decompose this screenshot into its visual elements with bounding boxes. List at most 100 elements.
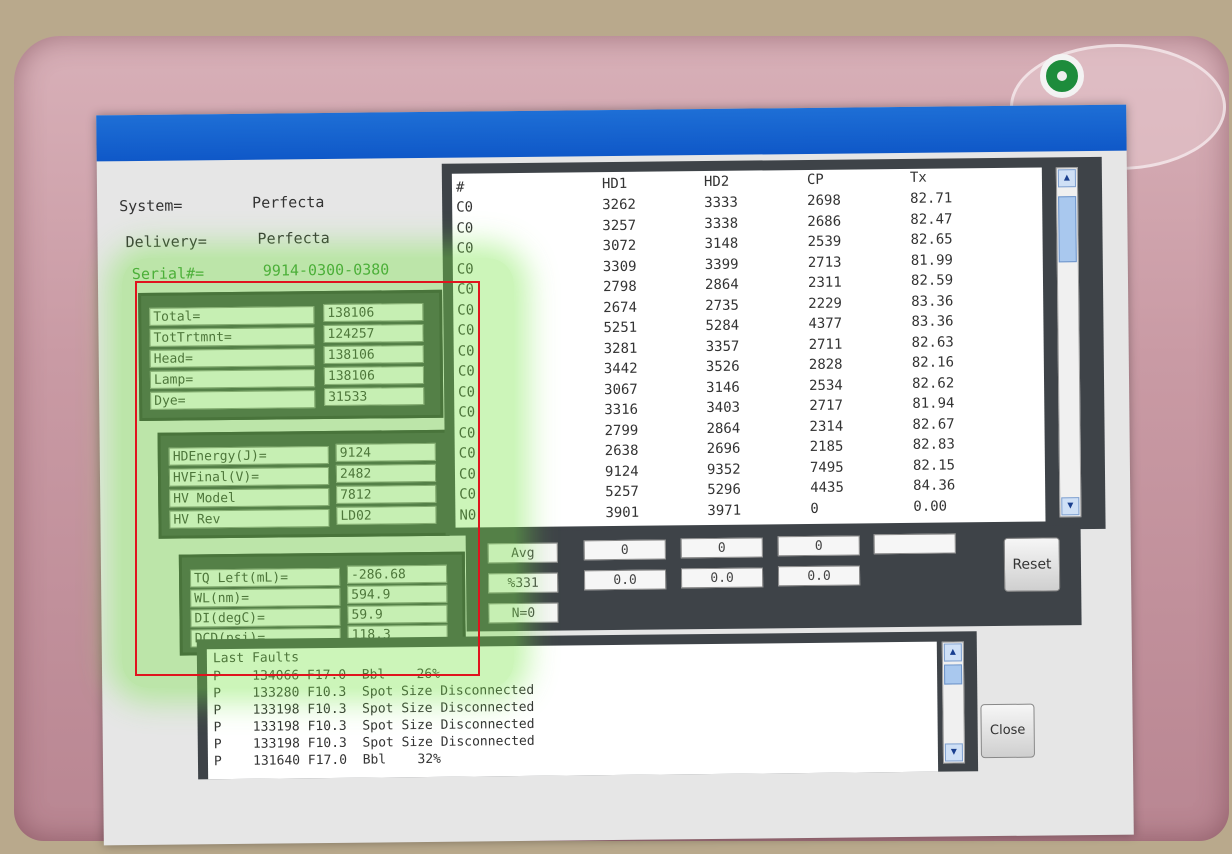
table-cell: 4377 — [808, 315, 843, 332]
table-cell: 2686 — [807, 213, 842, 230]
pct-value: 0.0 — [777, 565, 861, 587]
table-cell: 3901 — [605, 504, 640, 521]
table-cell: 81.99 — [910, 251, 954, 269]
table-cell: 2185 — [809, 438, 844, 455]
table-cell: 3526 — [705, 358, 740, 376]
table-cell: 82.63 — [911, 333, 954, 351]
table-cell: C0 — [456, 219, 474, 237]
table-cell: 3316 — [604, 401, 639, 419]
table-cell: 81.94 — [912, 395, 955, 412]
table-cell: 2311 — [807, 274, 842, 291]
table-cell: 83.36 — [911, 292, 954, 310]
fault-row: P 133198 F10.3 Spot Size Disconnected — [213, 699, 535, 719]
highlight-box — [135, 281, 480, 676]
system-value: Perfecta — [252, 193, 325, 212]
table-cell: 0.00 — [913, 498, 948, 515]
column-header: Tx — [909, 169, 927, 186]
table-cell: 2717 — [809, 397, 844, 414]
avg-value: 0 — [680, 537, 763, 559]
table-cell: 2864 — [704, 276, 739, 294]
delivery-label: Delivery= — [125, 232, 207, 252]
scroll-up-icon[interactable]: ▲ — [1057, 169, 1077, 188]
table-cell: 5257 — [605, 483, 639, 501]
table-cell: 2229 — [808, 295, 843, 312]
scroll-down-icon[interactable]: ▼ — [944, 743, 964, 762]
table-cell: 3403 — [706, 399, 741, 417]
table-cell: 82.65 — [910, 231, 953, 248]
table-cell: 3357 — [705, 338, 740, 355]
table-cell: 4435 — [810, 479, 844, 496]
table-cell: 83.36 — [911, 313, 954, 330]
column-header: HD2 — [703, 173, 730, 191]
table-cell: 2314 — [809, 418, 844, 435]
table-cell: 3338 — [704, 215, 739, 232]
table-cell: 5296 — [707, 481, 741, 499]
table-cell: 82.62 — [911, 374, 955, 392]
scroll-thumb[interactable] — [1058, 196, 1077, 263]
table-cell: 2539 — [807, 233, 842, 250]
pct-value: 0.0 — [680, 567, 764, 589]
avg-value — [873, 533, 956, 555]
table-cell: 0 — [810, 500, 819, 517]
table-cell: 82.67 — [912, 415, 955, 433]
table-cell: 84.36 — [913, 477, 956, 494]
table-cell: 5284 — [705, 317, 740, 335]
fault-row: P 131640 F17.0 Bbl 32% — [213, 751, 442, 770]
pct-value: 0.0 — [583, 569, 667, 591]
table-cell: 3148 — [704, 235, 739, 253]
close-button[interactable]: Close — [980, 703, 1035, 759]
system-label: System= — [119, 196, 183, 216]
table-cell: C0 — [456, 240, 474, 257]
table-cell: 3262 — [602, 196, 636, 214]
table-cell: 9352 — [706, 461, 741, 478]
table-cell: 3399 — [704, 256, 739, 273]
scroll-up-icon[interactable]: ▲ — [943, 643, 962, 662]
table-cell: 3309 — [602, 258, 637, 275]
table-cell: 5251 — [603, 319, 638, 337]
faults-scrollbar[interactable]: ▲ ▼ — [941, 641, 966, 764]
table-cell: 3257 — [602, 217, 637, 234]
data-table[interactable]: # HD1 HD2 CP Tx C0 3262 3333 2698 82.71 C0 325… — [451, 167, 1046, 528]
table-cell: 3146 — [706, 379, 740, 396]
table-cell: 2711 — [808, 336, 843, 353]
table-cell: 3442 — [603, 360, 638, 378]
column-header: CP — [806, 171, 824, 188]
table-cell: 3072 — [602, 237, 637, 255]
avg-value: 0 — [583, 539, 666, 561]
stats-panel: Avg 0 0 0 %331 0.0 0.0 0.0 N=0 Reset — [465, 525, 1082, 632]
table-cell: 2713 — [807, 254, 842, 271]
table-cell: 3281 — [603, 340, 638, 357]
delivery-value: Perfecta — [257, 228, 330, 248]
table-cell: 3971 — [707, 502, 742, 519]
table-cell: 3333 — [704, 194, 738, 212]
table-cell: 9124 — [604, 463, 639, 480]
table-body: C0 3262 3333 2698 82.71 C0 3257 3338 2686 82.47 C0… — [452, 168, 1042, 523]
table-cell: 2798 — [602, 278, 637, 296]
table-cell: 3067 — [604, 381, 638, 398]
table-cell: 2696 — [706, 440, 741, 458]
table-cell: 2735 — [705, 297, 740, 314]
scroll-down-icon[interactable]: ▼ — [1061, 497, 1080, 516]
reset-button[interactable]: Reset — [1003, 537, 1061, 592]
table-cell: 7495 — [809, 459, 844, 476]
fault-row: P 133198 F10.3 Spot Size Disconnected — [213, 733, 535, 753]
table-cell: 82.47 — [910, 210, 953, 228]
avg-value: 0 — [777, 535, 860, 557]
data-table-frame: # HD1 HD2 CP Tx C0 3262 3333 2698 82.71 C0 325… — [441, 156, 1106, 536]
column-header: # — [455, 179, 465, 196]
table-cell: 2638 — [604, 442, 639, 460]
fault-row: P 133198 F10.3 Spot Size Disconnected — [213, 716, 535, 736]
power-led-icon — [1040, 54, 1084, 98]
table-cell: 2534 — [808, 377, 843, 394]
table-cell: 82.16 — [911, 354, 955, 371]
column-header: HD1 — [601, 175, 628, 193]
scroll-thumb[interactable] — [944, 664, 963, 685]
table-cell: 2674 — [603, 299, 638, 316]
table-cell: 2698 — [807, 192, 841, 209]
table-cell: 82.71 — [910, 190, 953, 207]
table-cell: C0 — [456, 199, 474, 216]
table-scrollbar[interactable]: ▲ ▼ — [1055, 167, 1082, 518]
table-cell: 2799 — [604, 422, 639, 439]
table-cell: 2864 — [706, 420, 741, 437]
title-bar — [96, 104, 1127, 162]
